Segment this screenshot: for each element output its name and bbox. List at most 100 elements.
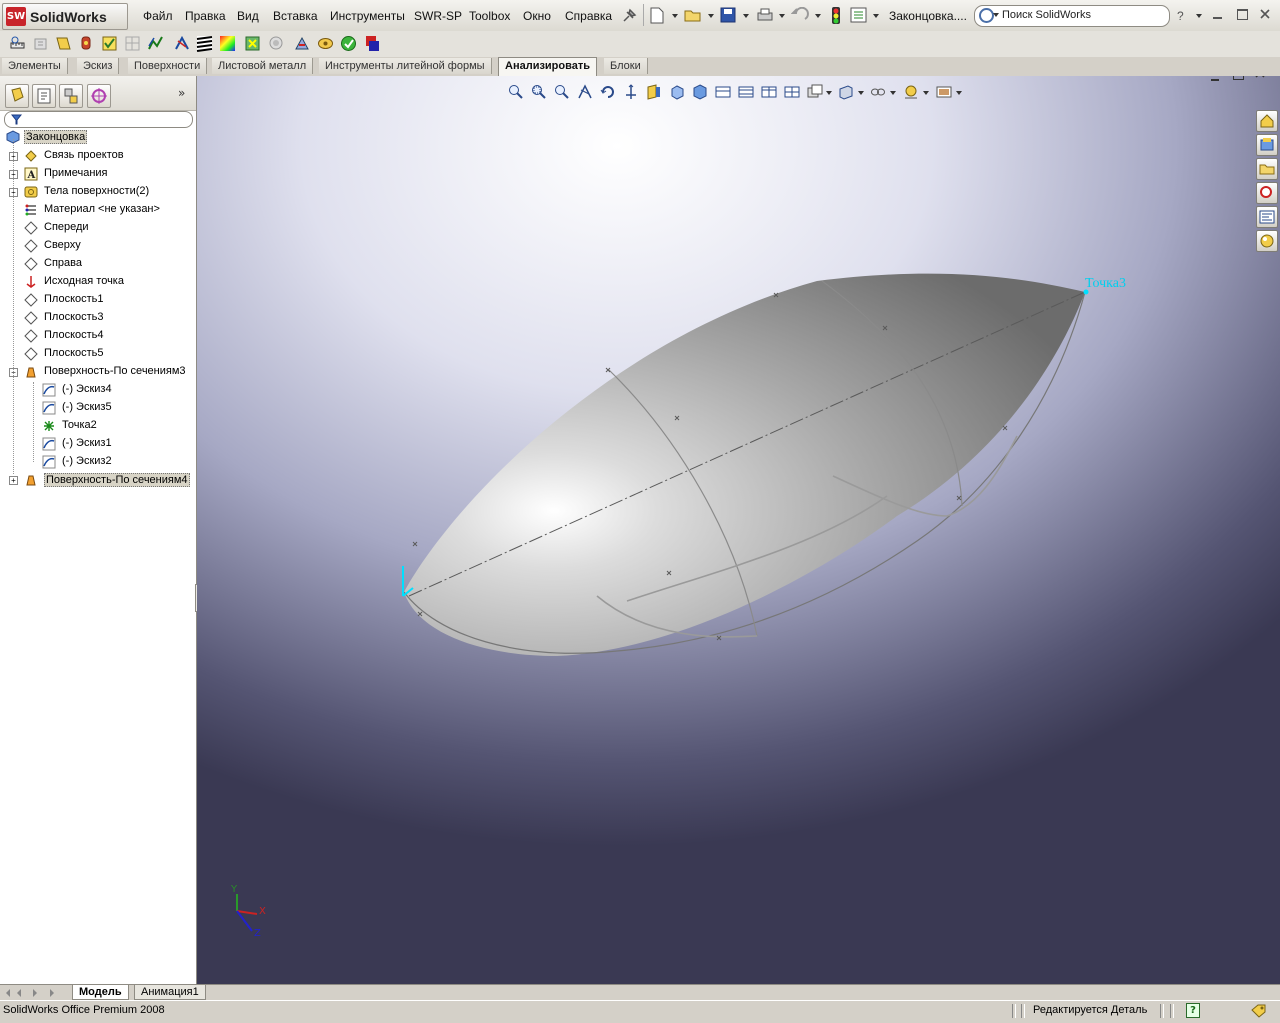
parting-line-analysis-icon[interactable] (317, 35, 334, 52)
tab-model[interactable]: Модель (72, 985, 129, 1000)
tree-item[interactable]: Сверху (0, 238, 196, 254)
print-icon[interactable] (756, 7, 774, 23)
pushpin-icon[interactable] (621, 8, 637, 24)
tree-item[interactable]: (-) Эскиз4 (0, 382, 196, 398)
undercut-detection-icon[interactable] (294, 35, 311, 52)
chevron-down-icon[interactable] (708, 14, 714, 18)
rebuild-traffic-light-icon[interactable] (831, 6, 841, 25)
tree-item[interactable]: (-) Эскиз5 (0, 400, 196, 416)
menu-window[interactable]: Окно (523, 9, 551, 23)
tree-item-label: Плоскость1 (44, 293, 104, 305)
graphics-viewport[interactable]: Точка3 Y X Z (197, 76, 1280, 984)
tab-sketch[interactable]: Эскиз (77, 58, 120, 74)
configuration-manager-tab-icon[interactable] (59, 84, 83, 108)
menu-help[interactable]: Справка (565, 9, 612, 23)
tab-animation1[interactable]: Анимация1 (134, 985, 206, 1000)
thickness-analysis-icon[interactable] (268, 35, 285, 52)
tree-item[interactable]: Плоскость5 (0, 346, 196, 362)
tree-connector (33, 382, 34, 462)
dimxpert-tab-icon[interactable] (87, 84, 111, 108)
deviation-analysis-icon[interactable] (147, 35, 164, 52)
tree-item[interactable]: Исходная точка (0, 274, 196, 290)
help-button[interactable]: ? (1177, 9, 1184, 23)
menu-file[interactable]: Файл (143, 9, 173, 23)
tree-item[interactable]: − Поверхность-По сечениям3 (0, 364, 196, 380)
menu-swr-sp[interactable]: SWR-SP (414, 9, 462, 23)
compare-documents-icon[interactable] (363, 35, 380, 52)
sketch-icon (42, 437, 56, 451)
tree-item[interactable]: (-) Эскиз2 (0, 454, 196, 470)
symmetry-check-icon[interactable] (244, 35, 261, 52)
tree-item-label: Точка2 (62, 419, 97, 431)
menu-edit[interactable]: Правка (185, 9, 226, 23)
chevron-down-icon[interactable] (1196, 14, 1202, 18)
tab-features[interactable]: Элементы (2, 58, 68, 74)
tree-item[interactable]: Точка2 (0, 418, 196, 434)
tree-item[interactable]: + A Примечания (0, 166, 196, 182)
zebra-stripes-icon[interactable] (196, 35, 213, 52)
minimize-icon[interactable] (1213, 17, 1222, 19)
menu-insert[interactable]: Вставка (273, 9, 318, 23)
tree-item[interactable]: + Поверхность-По сечениям4 (0, 472, 196, 488)
tree-item-label: Связь проектов (44, 149, 124, 161)
tree-item-label: Спереди (44, 221, 89, 233)
measure-icon[interactable] (9, 35, 26, 52)
tree-item[interactable]: + Тела поверхности(2) (0, 184, 196, 200)
tree-item[interactable]: Справа (0, 256, 196, 272)
draft-analysis-icon[interactable] (173, 35, 190, 52)
help-status-icon[interactable]: ? (1186, 1003, 1200, 1018)
loft-surface-icon (26, 367, 36, 378)
loft-surface-body[interactable] (404, 273, 1085, 656)
menu-toolbox[interactable]: Toolbox (469, 9, 510, 23)
tab-surfaces[interactable]: Поверхности (128, 58, 208, 74)
menu-view[interactable]: Вид (237, 9, 259, 23)
tree-item[interactable]: (-) Эскиз1 (0, 436, 196, 452)
close-icon[interactable] (1260, 9, 1270, 19)
expand-panel-icon[interactable]: » (178, 86, 185, 100)
tree-item[interactable]: Плоскость3 (0, 310, 196, 326)
tab-evaluate[interactable]: Анализировать (498, 57, 598, 76)
chevron-down-icon[interactable] (779, 14, 785, 18)
section-properties-icon[interactable] (55, 35, 72, 52)
tab-sheet-metal[interactable]: Листовой металл (212, 58, 314, 74)
restore-icon[interactable] (1237, 9, 1248, 20)
chevron-down-icon[interactable] (873, 14, 879, 18)
tree-item[interactable]: Плоскость4 (0, 328, 196, 344)
expand-icon[interactable]: + (9, 476, 18, 485)
tree-item[interactable]: Материал <не указан> (0, 202, 196, 218)
options-icon[interactable] (850, 7, 868, 23)
undo-icon[interactable] (791, 7, 809, 23)
search-input[interactable]: Поиск SolidWorks (974, 5, 1170, 27)
tag-icon[interactable] (1250, 1004, 1266, 1018)
geometry-analysis-icon[interactable] (124, 35, 141, 52)
open-folder-icon[interactable] (684, 7, 702, 23)
chevron-down-icon[interactable] (815, 14, 821, 18)
tab-mold-tools[interactable]: Инструменты литейной формы (319, 58, 492, 74)
tab-scroll-arrows-icon[interactable] (3, 987, 69, 999)
tree-item[interactable]: Плоскость1 (0, 292, 196, 308)
menu-tools[interactable]: Инструменты (330, 9, 405, 23)
tab-blocks[interactable]: Блоки (604, 58, 648, 74)
search-icon (979, 8, 994, 23)
manager-tabs: » (0, 76, 196, 111)
tree-item[interactable]: + Связь проектов (0, 148, 196, 164)
check-entity-icon[interactable] (101, 35, 118, 52)
property-manager-tab-icon[interactable] (32, 84, 56, 108)
curvature-icon[interactable] (219, 35, 236, 52)
mass-properties-icon[interactable] (32, 35, 49, 52)
confirm-check-icon[interactable] (340, 35, 357, 52)
new-document-icon[interactable] (650, 7, 664, 24)
chevron-down-icon[interactable] (672, 14, 678, 18)
solidworks-logo-button[interactable]: SW SolidWorks (2, 3, 128, 30)
tree-item[interactable]: Спереди (0, 220, 196, 236)
chevron-down-icon[interactable] (743, 14, 749, 18)
tree-item-label: Материал <не указан> (44, 203, 160, 215)
command-toolbar (0, 31, 1280, 58)
tree-filter-input[interactable] (4, 111, 193, 128)
logo-badge: SW (6, 7, 26, 26)
save-icon[interactable] (720, 7, 736, 23)
feature-manager-tab-icon[interactable] (5, 84, 29, 108)
chevron-down-icon[interactable] (993, 13, 999, 17)
title-menu-bar: SW SolidWorks Файл Правка Вид Вставка Ин… (0, 0, 1280, 32)
sensor-icon[interactable] (78, 35, 95, 52)
